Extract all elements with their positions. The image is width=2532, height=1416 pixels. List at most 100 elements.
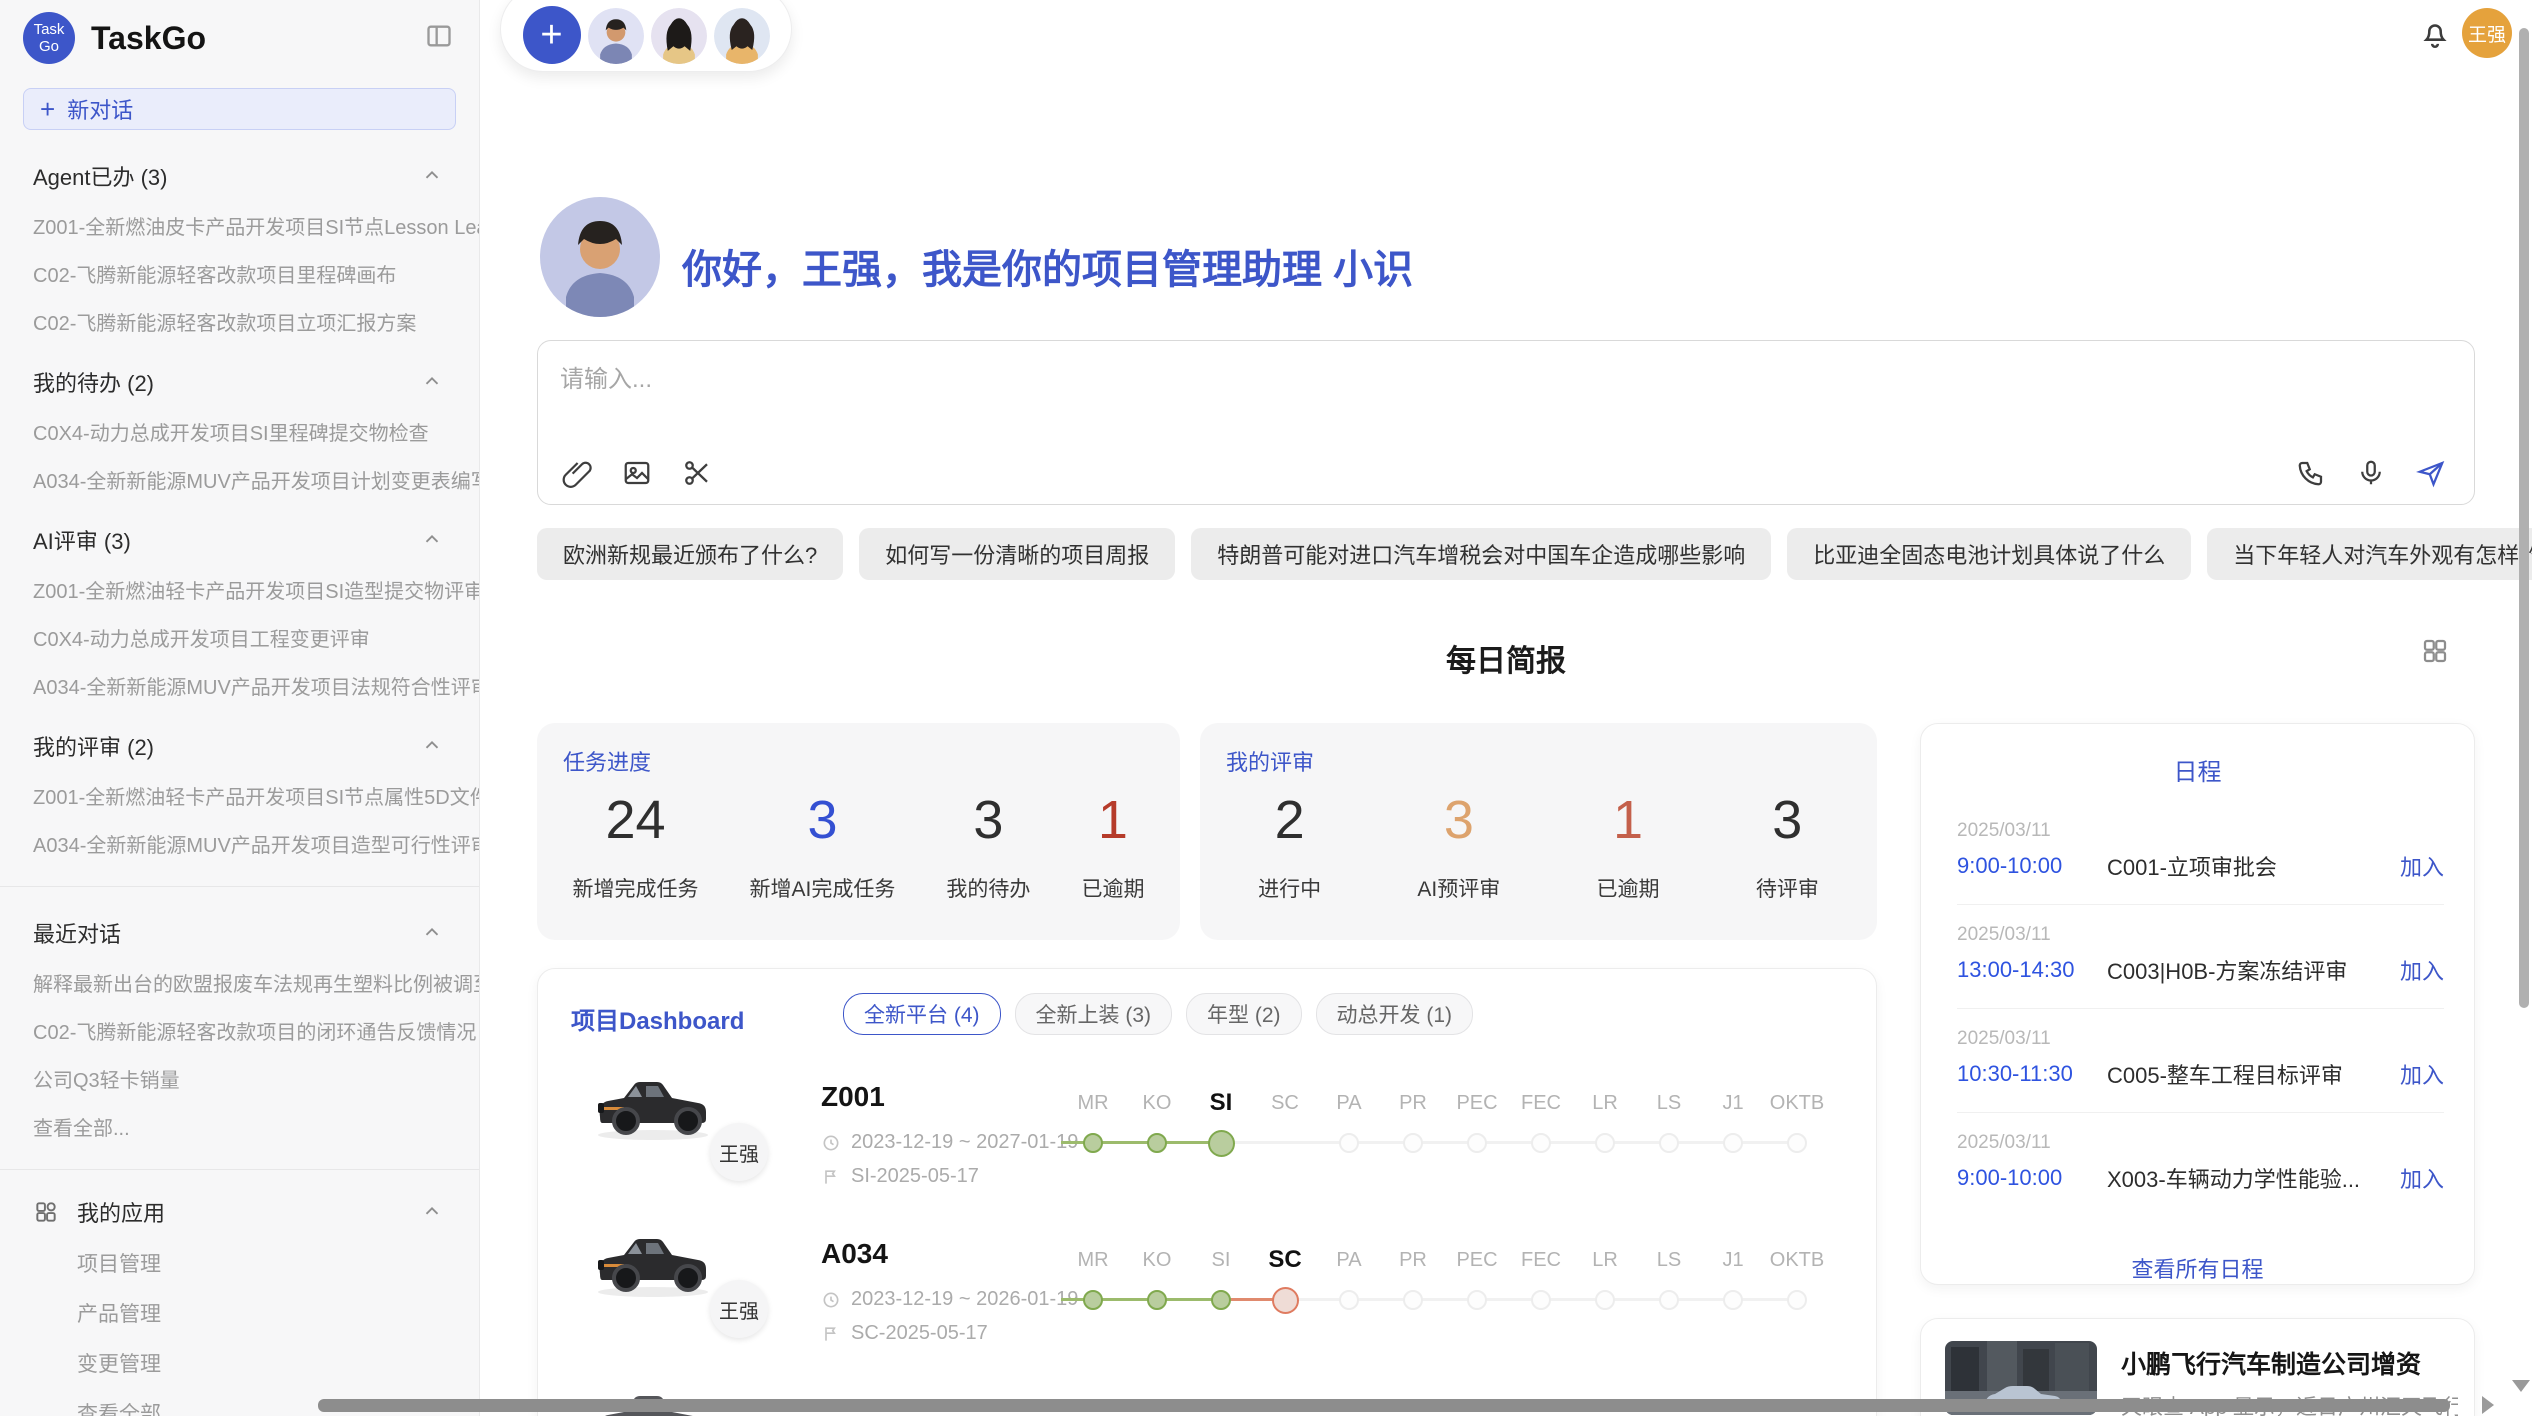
schedule-event-title: C001-立项审批会	[2107, 850, 2400, 882]
milestone-label: OKTB	[1765, 1092, 1829, 1115]
milestone-label: PR	[1381, 1092, 1445, 1115]
app-title: TaskGo	[91, 20, 206, 57]
scroll-right-arrow[interactable]	[2482, 1396, 2494, 1414]
dashboard-filters: 全新平台 (4) 全新上装 (3) 年型 (2) 动总开发 (1)	[843, 993, 1473, 1035]
section-ai-review[interactable]: AI评审 (3)	[33, 524, 443, 556]
project-dashboard-card: 项目Dashboard 全新平台 (4) 全新上装 (3) 年型 (2) 动总开…	[537, 968, 1877, 1416]
filter-pill[interactable]: 全新平台 (4)	[843, 993, 1001, 1035]
milestone-dot	[1403, 1133, 1423, 1153]
app-logo: Task Go	[23, 12, 75, 64]
milestone-dot	[1083, 1290, 1103, 1310]
layout-grid-icon[interactable]	[2420, 636, 2450, 666]
list-item[interactable]: C02-飞腾新能源轻客改款项目的闭环通告反馈情况	[0, 1016, 479, 1045]
list-item[interactable]: Z001-全新燃油轻卡产品开发项目SI节点属性5D文件评审	[0, 781, 479, 810]
section-recent-chats[interactable]: 最近对话	[33, 917, 443, 949]
stat-value: 24	[605, 793, 665, 847]
list-item[interactable]: A034-全新新能源MUV产品开发项目造型可行性评审	[0, 829, 479, 858]
project-row: 王强 Z001 2023-12-19 ~ 2027-01-19 SI-2025-…	[538, 1049, 1876, 1206]
list-item[interactable]: Z001-全新燃油轻卡产品开发项目SI造型提交物评审	[0, 575, 479, 604]
sidebar-item-project-mgmt[interactable]: 项目管理	[0, 1248, 479, 1278]
view-all-chats[interactable]: 查看全部...	[0, 1112, 479, 1141]
milestone-dot	[1083, 1133, 1103, 1153]
scissors-icon[interactable]	[682, 458, 712, 488]
attachment-icon[interactable]	[562, 458, 592, 488]
milestone-label: KO	[1125, 1249, 1189, 1272]
send-icon[interactable]	[2416, 458, 2446, 488]
join-link[interactable]: 加入	[2400, 850, 2444, 882]
milestone-dot	[1531, 1133, 1551, 1153]
milestone-dot	[1787, 1290, 1807, 1310]
schedule-event-title: C005-整车工程目标评审	[2107, 1058, 2400, 1090]
list-item[interactable]: 解释最新出台的欧盟报废车法规再生塑料比例被调至15%...	[0, 968, 479, 997]
suggestion-chip[interactable]: 欧洲新规最近颁布了什么?	[537, 528, 843, 580]
list-item[interactable]: A034-全新新能源MUV产品开发项目法规符合性评审	[0, 671, 479, 700]
project-name[interactable]: A034	[821, 1238, 888, 1270]
task-progress-card: 任务进度 24新增完成任务 3新增AI完成任务 3我的待办 1已逾期	[537, 723, 1180, 940]
stat-value: 3	[1772, 793, 1802, 847]
project-flag: SI-2025-05-17	[821, 1165, 979, 1188]
sidebar-item-my-apps[interactable]: 我的应用	[33, 1196, 443, 1228]
avatar[interactable]	[588, 8, 644, 64]
image-icon[interactable]	[622, 458, 652, 488]
list-item[interactable]: Z001-全新燃油皮卡产品开发项目SI节点Lesson Learn报告	[0, 211, 479, 240]
milestone-label: LS	[1637, 1249, 1701, 1272]
section-agent-done[interactable]: Agent已办 (3)	[33, 160, 443, 192]
flag-icon	[821, 1324, 841, 1344]
project-name[interactable]: Z001	[821, 1081, 885, 1113]
schedule-item: 2025/03/11 9:00-10:00 C001-立项审批会 加入	[1957, 820, 2444, 905]
stat-value: 3	[1444, 793, 1474, 847]
milestone-label: PEC	[1445, 1249, 1509, 1272]
list-item[interactable]: 公司Q3轻卡销量	[0, 1064, 479, 1093]
user-avatar[interactable]: 王强	[2462, 8, 2512, 58]
suggestion-chip[interactable]: 特朗普可能对进口汽车增税会对中国车企造成哪些影响	[1191, 528, 1771, 580]
schedule-title: 日程	[1921, 752, 2474, 787]
milestone-dot	[1147, 1133, 1167, 1153]
avatar[interactable]	[651, 8, 707, 64]
filter-pill[interactable]: 动总开发 (1)	[1316, 993, 1474, 1035]
briefing-title: 每日简报	[537, 636, 2475, 680]
stats-row: 24新增完成任务 3新增AI完成任务 3我的待办 1已逾期	[547, 793, 1170, 903]
list-item[interactable]: C0X4-动力总成开发项目SI里程碑提交物检查	[0, 417, 479, 446]
filter-pill[interactable]: 年型 (2)	[1186, 993, 1302, 1035]
join-link[interactable]: 加入	[2400, 1162, 2444, 1194]
new-chat-button[interactable]: + 新对话	[23, 88, 456, 130]
list-item[interactable]: C02-飞腾新能源轻客改款项目立项汇报方案	[0, 307, 479, 336]
section-title: AI评审 (3)	[33, 524, 131, 556]
clock-icon	[821, 1290, 841, 1310]
project-car-image	[588, 1059, 718, 1144]
vertical-scrollbar[interactable]	[2519, 28, 2529, 1008]
avatar[interactable]	[714, 8, 770, 64]
stat-value: 1	[1613, 793, 1643, 847]
phone-icon[interactable]	[2296, 458, 2326, 488]
horizontal-scrollbar[interactable]	[318, 1399, 2450, 1412]
join-link[interactable]: 加入	[2400, 954, 2444, 986]
section-my-review[interactable]: 我的评审 (2)	[33, 730, 443, 762]
add-agent-button[interactable]: +	[523, 6, 581, 64]
scroll-down-arrow[interactable]	[2512, 1380, 2530, 1392]
suggestion-chip[interactable]: 当下年轻人对汽车外观有怎样的喜好趋势	[2207, 528, 2532, 580]
project-row: 王强 A034 2023-12-19 ~ 2026-01-19 SC-2025-…	[538, 1206, 1876, 1363]
milestone-labels: MR KO SI SC PA PR PEC FEC LR LS J1 OKTB	[1061, 1085, 1833, 1121]
stat-label: 我的待办	[946, 873, 1030, 903]
join-link[interactable]: 加入	[2400, 1058, 2444, 1090]
chat-input[interactable]	[558, 357, 2262, 439]
mic-icon[interactable]	[2356, 458, 2386, 488]
list-item[interactable]: C02-飞腾新能源轻客改款项目里程碑画布	[0, 259, 479, 288]
schedule-date: 2025/03/11	[1957, 1028, 2444, 1050]
section-my-todo[interactable]: 我的待办 (2)	[33, 366, 443, 398]
project-flag: SC-2025-05-17	[821, 1322, 988, 1345]
list-item[interactable]: C0X4-动力总成开发项目工程变更评审	[0, 623, 479, 652]
sidebar-item-product-mgmt[interactable]: 产品管理	[0, 1298, 479, 1328]
list-item[interactable]: A034-全新新能源MUV产品开发项目计划变更表编写	[0, 465, 479, 494]
project-dates: 2023-12-19 ~ 2027-01-19	[821, 1131, 1078, 1154]
notification-bell-icon[interactable]	[2418, 17, 2452, 51]
view-all-schedule-link[interactable]: 查看所有日程	[1921, 1252, 2474, 1284]
plus-icon: +	[40, 96, 55, 122]
collapse-sidebar-icon[interactable]	[425, 22, 453, 50]
sidebar-item-change-mgmt[interactable]: 变更管理	[0, 1348, 479, 1378]
suggestion-chip[interactable]: 如何写一份清晰的项目周报	[859, 528, 1175, 580]
milestone-label-current: SI	[1189, 1089, 1253, 1117]
filter-pill[interactable]: 全新上装 (3)	[1015, 993, 1173, 1035]
date-range: 2023-12-19 ~ 2027-01-19	[851, 1131, 1078, 1154]
suggestion-chip[interactable]: 比亚迪全固态电池计划具体说了什么	[1787, 528, 2191, 580]
